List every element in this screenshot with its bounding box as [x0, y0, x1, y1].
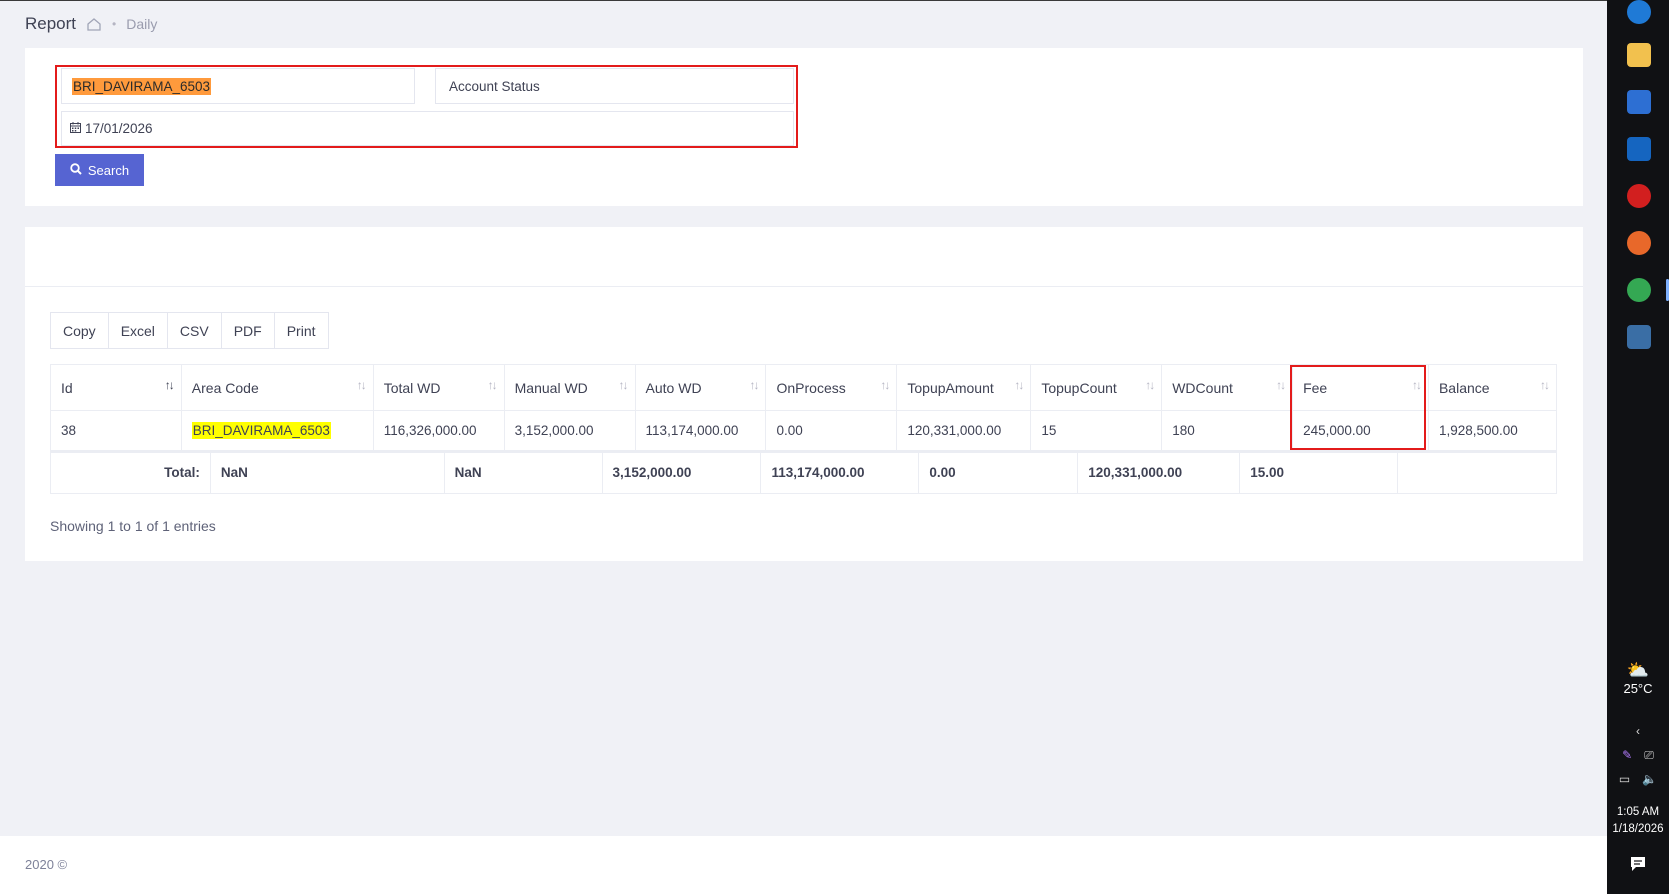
camera-icon[interactable]: ⎚	[1644, 748, 1654, 763]
sort-icon: ↑↓	[1014, 378, 1024, 392]
search-button[interactable]: Search	[55, 154, 144, 186]
opera-icon[interactable]	[1627, 184, 1651, 208]
page-header: Report • Daily	[25, 12, 157, 36]
col-header-fee[interactable]: Fee ↑↓	[1292, 364, 1429, 411]
breadcrumb-separator: •	[112, 17, 117, 31]
account-status-placeholder: Account Status	[449, 78, 540, 94]
network-icon[interactable]: ▭	[1619, 772, 1630, 786]
sort-icon: ↑↓	[880, 378, 890, 392]
search-icon	[70, 162, 82, 178]
area-code-select[interactable]: BRI_DAVIRAMA_6503	[61, 68, 415, 104]
cell-balance: 1,928,500.00	[1427, 410, 1558, 451]
clock[interactable]: 1:05 AM 1/18/2026	[1607, 804, 1669, 838]
cell-topup-amount: 120,331,000.00	[896, 410, 1032, 451]
area-code-value: BRI_DAVIRAMA_6503	[72, 77, 212, 95]
tray-row-1: ✎ ⎚	[1607, 748, 1669, 763]
sort-icon: ↑↓	[164, 378, 175, 392]
filter-highlight-box: BRI_DAVIRAMA_6503 Account Status 17/01/2…	[55, 65, 798, 148]
total-value: 15.00	[1239, 451, 1399, 494]
sort-icon: ↑↓	[1145, 378, 1155, 392]
cell-onprocess: 0.00	[765, 410, 898, 451]
notification-icon[interactable]	[1629, 856, 1647, 872]
col-header-topup-amount[interactable]: TopupAmount ↑↓	[896, 364, 1032, 411]
chevron-left-icon: ‹	[1636, 724, 1640, 738]
col-header-onprocess[interactable]: OnProcess ↑↓	[765, 364, 898, 411]
cell-manual-wd: 3,152,000.00	[503, 410, 636, 451]
total-value: 113,174,000.00	[760, 451, 920, 494]
outlook-icon[interactable]	[1627, 137, 1651, 161]
col-header-balance[interactable]: Balance ↑↓	[1427, 364, 1558, 411]
table-header-row: Id ↑↓ Area Code ↑↓ Total WD ↑↓ Manual WD ↑↓ …	[50, 364, 1558, 411]
page-title: Report	[25, 14, 77, 33]
totals-row: Total: NaN NaN 3,152,000.00 113,174,000.…	[50, 451, 1557, 494]
col-header-auto-wd[interactable]: Auto WD ↑↓	[634, 364, 767, 411]
sort-icon: ↑↓	[1540, 378, 1550, 392]
search-label: Search	[87, 162, 130, 178]
home-icon[interactable]	[86, 16, 102, 32]
card-divider	[25, 286, 1583, 287]
cell-area-code: BRI_DAVIRAMA_6503	[180, 410, 374, 451]
cell-wd-count: 180	[1161, 410, 1294, 451]
chrome-icon[interactable]	[1627, 278, 1651, 302]
col-header-wd-count[interactable]: WDCount ↑↓	[1161, 364, 1294, 411]
sort-icon: ↑↓	[487, 378, 498, 392]
print-button[interactable]: Print	[274, 313, 328, 348]
account-status-select[interactable]: Account Status	[435, 68, 794, 104]
total-value: 0.00	[918, 451, 1079, 494]
report-table: Id ↑↓ Area Code ↑↓ Total WD ↑↓ Manual WD ↑↓ …	[50, 364, 1558, 451]
pdf-button[interactable]: PDF	[221, 313, 275, 348]
table-info: Showing 1 to 1 of 1 entries	[50, 518, 216, 534]
cell-auto-wd: 113,174,000.00	[634, 410, 767, 451]
taskbar: ⛅ 25°C ‹ ✎ ⎚ ▭ 🔈 1:05 AM 1/18/2026	[1607, 0, 1669, 894]
firefox-icon[interactable]	[1627, 231, 1651, 255]
date-picker[interactable]: 17/01/2026	[61, 111, 794, 146]
file-explorer-icon[interactable]	[1627, 43, 1651, 67]
sort-icon: ↑↓	[1276, 378, 1286, 392]
csv-button[interactable]: CSV	[167, 313, 222, 348]
date-value: 17/01/2026	[85, 121, 153, 136]
copy-button[interactable]: Copy	[51, 313, 109, 348]
total-value: NaN	[209, 451, 445, 494]
footer: 2020 ©	[0, 836, 1607, 894]
col-header-total-wd[interactable]: Total WD ↑↓	[372, 364, 505, 411]
clock-time: 1:05 AM	[1616, 806, 1660, 818]
volume-muted-icon[interactable]: 🔈	[1642, 772, 1657, 786]
cell-total-wd: 116,326,000.00	[372, 410, 505, 451]
table-row: 38 BRI_DAVIRAMA_6503 116,326,000.00 3,15…	[50, 410, 1558, 451]
col-header-topup-count[interactable]: TopupCount ↑↓	[1030, 364, 1163, 411]
total-value	[1397, 451, 1557, 494]
sort-icon: ↑↓	[749, 378, 759, 392]
sort-icon: ↑↓	[1411, 378, 1422, 392]
total-label: Total:	[50, 451, 211, 494]
total-value: 120,331,000.00	[1077, 451, 1241, 494]
excel-button[interactable]: Excel	[108, 313, 168, 348]
calendar-icon	[70, 121, 81, 136]
cell-topup-count: 15	[1030, 410, 1163, 451]
col-header-manual-wd[interactable]: Manual WD ↑↓	[503, 364, 636, 411]
col-header-area-code[interactable]: Area Code ↑↓	[180, 364, 374, 411]
top-border	[0, 0, 1607, 1]
footer-copyright: 2020 ©	[25, 857, 68, 872]
clock-date: 1/18/2026	[1612, 823, 1664, 835]
cell-fee: 245,000.00	[1292, 410, 1429, 451]
breadcrumb-daily[interactable]: Daily	[126, 16, 157, 32]
total-value: NaN	[443, 451, 603, 494]
calculator-icon[interactable]	[1627, 325, 1651, 349]
weather-icon: ⛅	[1626, 660, 1650, 680]
tray-row-2: ▭ 🔈	[1607, 772, 1669, 786]
edge-icon[interactable]	[1627, 0, 1651, 24]
export-buttons: Copy Excel CSV PDF Print	[50, 312, 329, 349]
tray-chevron[interactable]: ‹	[1607, 724, 1669, 738]
app-window: Report • Daily BRI_DAVIRAMA_6503 Account…	[0, 0, 1607, 894]
weather-widget[interactable]: ⛅ 25°C	[1607, 660, 1669, 696]
pen-icon[interactable]: ✎	[1622, 748, 1632, 763]
col-header-id[interactable]: Id ↑↓	[50, 364, 182, 411]
cell-id: 38	[50, 410, 182, 451]
total-value: 3,152,000.00	[601, 451, 762, 494]
weather-temp: 25°C	[1623, 681, 1653, 696]
sort-icon: ↑↓	[618, 378, 629, 392]
sort-icon: ↑↓	[356, 378, 367, 392]
store-icon[interactable]	[1627, 90, 1651, 114]
